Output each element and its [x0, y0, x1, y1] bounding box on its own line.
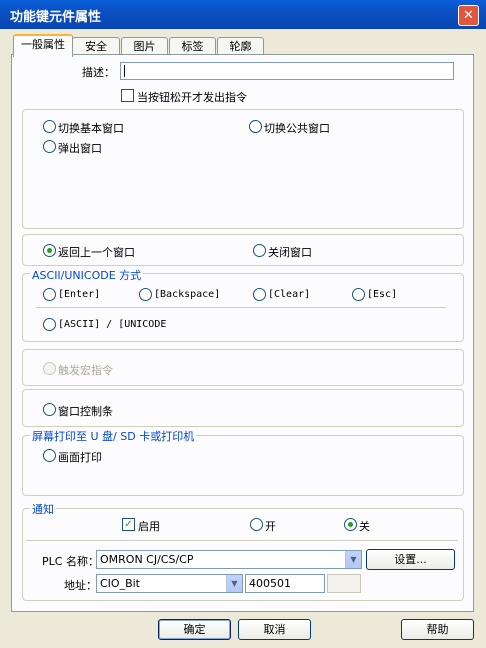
print-group-legend: 屏幕打印至 U 盘/ SD 卡或打印机	[30, 428, 197, 444]
esc-label: [Esc]	[367, 289, 398, 300]
switch-common-label: 切换公共窗口	[264, 122, 330, 135]
tab-general[interactable]: 一般属性	[13, 34, 73, 57]
ascii-unicode-label: [ASCII] / [UNICODE	[58, 319, 167, 330]
radio-ascii-unicode[interactable]	[43, 318, 56, 331]
plc-settings-button[interactable]: 设置...	[366, 549, 455, 570]
ascii-group-legend: ASCII/UNICODE 方式	[30, 267, 144, 283]
radio-popup[interactable]	[43, 140, 56, 153]
address-extra-field	[327, 574, 361, 593]
tab-label[interactable]: 标签	[169, 37, 216, 55]
tab-profile[interactable]: 轮廓	[217, 37, 264, 55]
tab-security[interactable]: 安全	[72, 37, 120, 55]
ascii-separator	[36, 307, 446, 308]
radio-window-bar[interactable]	[43, 403, 56, 416]
radio-switch-common[interactable]	[249, 120, 262, 133]
macro-label: 触发宏指令	[58, 364, 113, 377]
screen-print-label: 画面打印	[58, 451, 102, 464]
radio-screen-print[interactable]	[43, 449, 56, 462]
popup-label: 弹出窗口	[58, 142, 102, 155]
notify-off-label: 关	[359, 520, 370, 533]
radio-clear[interactable]	[253, 288, 266, 301]
notify-on-label: 开	[265, 520, 276, 533]
plc-name-value: OMRON CJ/CS/CP	[100, 553, 194, 566]
clear-label: [Clear]	[268, 289, 311, 300]
switch-base-label: 切换基本窗口	[58, 122, 124, 135]
notify-group-legend: 通知	[30, 501, 56, 517]
release-checkbox-label: 当按钮松开才发出指令	[137, 91, 247, 104]
address-label: 地址：	[64, 579, 97, 592]
radio-backspace[interactable]	[139, 288, 152, 301]
radio-notify-off[interactable]	[344, 518, 357, 531]
chevron-down-icon[interactable]: ▼	[345, 551, 361, 568]
radio-switch-base[interactable]	[43, 120, 56, 133]
address-type-select[interactable]: CIO_Bit ▼	[96, 574, 243, 593]
close-icon[interactable]: ✕	[458, 5, 479, 26]
enter-label: [Enter]	[58, 289, 101, 300]
notify-enable-label: 启用	[138, 520, 160, 533]
radio-macro[interactable]	[43, 362, 56, 375]
notify-enable-checkbox[interactable]: ✓	[122, 518, 135, 531]
notify-separator	[26, 540, 458, 541]
plc-name-select[interactable]: OMRON CJ/CS/CP ▼	[96, 550, 362, 569]
description-label: 描述：	[82, 66, 115, 79]
radio-notify-on[interactable]	[250, 518, 263, 531]
radio-enter[interactable]	[43, 288, 56, 301]
release-checkbox[interactable]	[121, 89, 134, 102]
plc-name-label: PLC 名称：	[42, 555, 99, 568]
close-window-label: 关闭窗口	[268, 246, 312, 259]
help-button[interactable]: 帮助	[401, 619, 474, 640]
description-input[interactable]	[120, 62, 454, 80]
return-prev-label: 返回上一个窗口	[58, 246, 135, 259]
ok-button[interactable]: 确定	[158, 619, 231, 640]
radio-return-prev[interactable]	[43, 244, 56, 257]
tab-picture[interactable]: 图片	[121, 37, 168, 55]
address-input[interactable]: 400501	[245, 574, 325, 593]
window-title: 功能键元件属性	[10, 10, 102, 25]
text-caret	[124, 65, 125, 77]
title-bar[interactable]: 功能键元件属性 ✕	[0, 0, 486, 29]
chevron-down-icon[interactable]: ▼	[226, 575, 242, 592]
backspace-label: [Backspace]	[154, 289, 221, 300]
radio-esc[interactable]	[352, 288, 365, 301]
window-bar-label: 窗口控制条	[58, 405, 113, 418]
print-group	[22, 435, 464, 496]
radio-close-window[interactable]	[253, 244, 266, 257]
address-type-value: CIO_Bit	[100, 577, 140, 590]
cancel-button[interactable]: 取消	[238, 619, 311, 640]
